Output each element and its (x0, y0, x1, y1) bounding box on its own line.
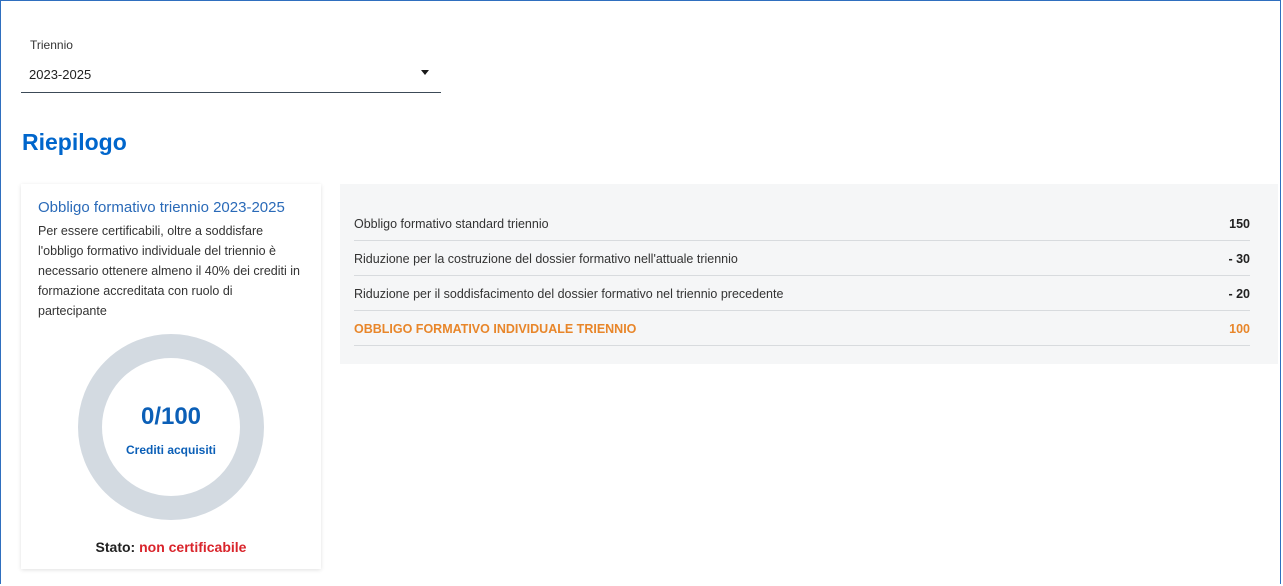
triennio-label: Triennio (30, 38, 73, 52)
triennio-dropdown[interactable]: 2023-2025 (21, 59, 441, 93)
breakdown-panel: Obbligo formativo standard triennio 150 … (340, 184, 1278, 364)
summary-card-title: Obbligo formativo triennio 2023-2025 (38, 199, 285, 216)
breakdown-total-label: OBBLIGO FORMATIVO INDIVIDUALE TRIENNIO (354, 322, 637, 336)
status-line: Stato: non certificabile (21, 539, 321, 555)
triennio-selected-value: 2023-2025 (29, 67, 92, 82)
breakdown-row: Obbligo formativo standard triennio 150 (354, 206, 1250, 241)
breakdown-total-row: OBBLIGO FORMATIVO INDIVIDUALE TRIENNIO 1… (354, 311, 1250, 346)
page-frame: Triennio 2023-2025 Riepilogo Obbligo for… (0, 0, 1281, 584)
breakdown-row-value: 150 (1229, 217, 1250, 231)
summary-card: Obbligo formativo triennio 2023-2025 Per… (21, 184, 321, 569)
breakdown-row-value: - 20 (1228, 287, 1250, 301)
caret-down-icon[interactable] (421, 70, 429, 75)
breakdown-row: Riduzione per il soddisfacimento del dos… (354, 276, 1250, 311)
breakdown-row-label: Riduzione per la costruzione del dossier… (354, 252, 738, 266)
credits-value: 0/100 (140, 403, 202, 430)
credits-caption: Crediti acquisiti (125, 443, 217, 457)
breakdown-row-value: - 30 (1228, 252, 1250, 266)
summary-card-description: Per essere certificabili, oltre a soddis… (38, 224, 300, 318)
status-value: non certificabile (139, 539, 247, 555)
breakdown-total-value: 100 (1229, 322, 1250, 336)
breakdown-row: Riduzione per la costruzione del dossier… (354, 241, 1250, 276)
status-label: Stato: (95, 539, 136, 555)
page-title: Riepilogo (22, 129, 127, 155)
breakdown-row-label: Obbligo formativo standard triennio (354, 217, 549, 231)
breakdown-row-label: Riduzione per il soddisfacimento del dos… (354, 287, 784, 301)
